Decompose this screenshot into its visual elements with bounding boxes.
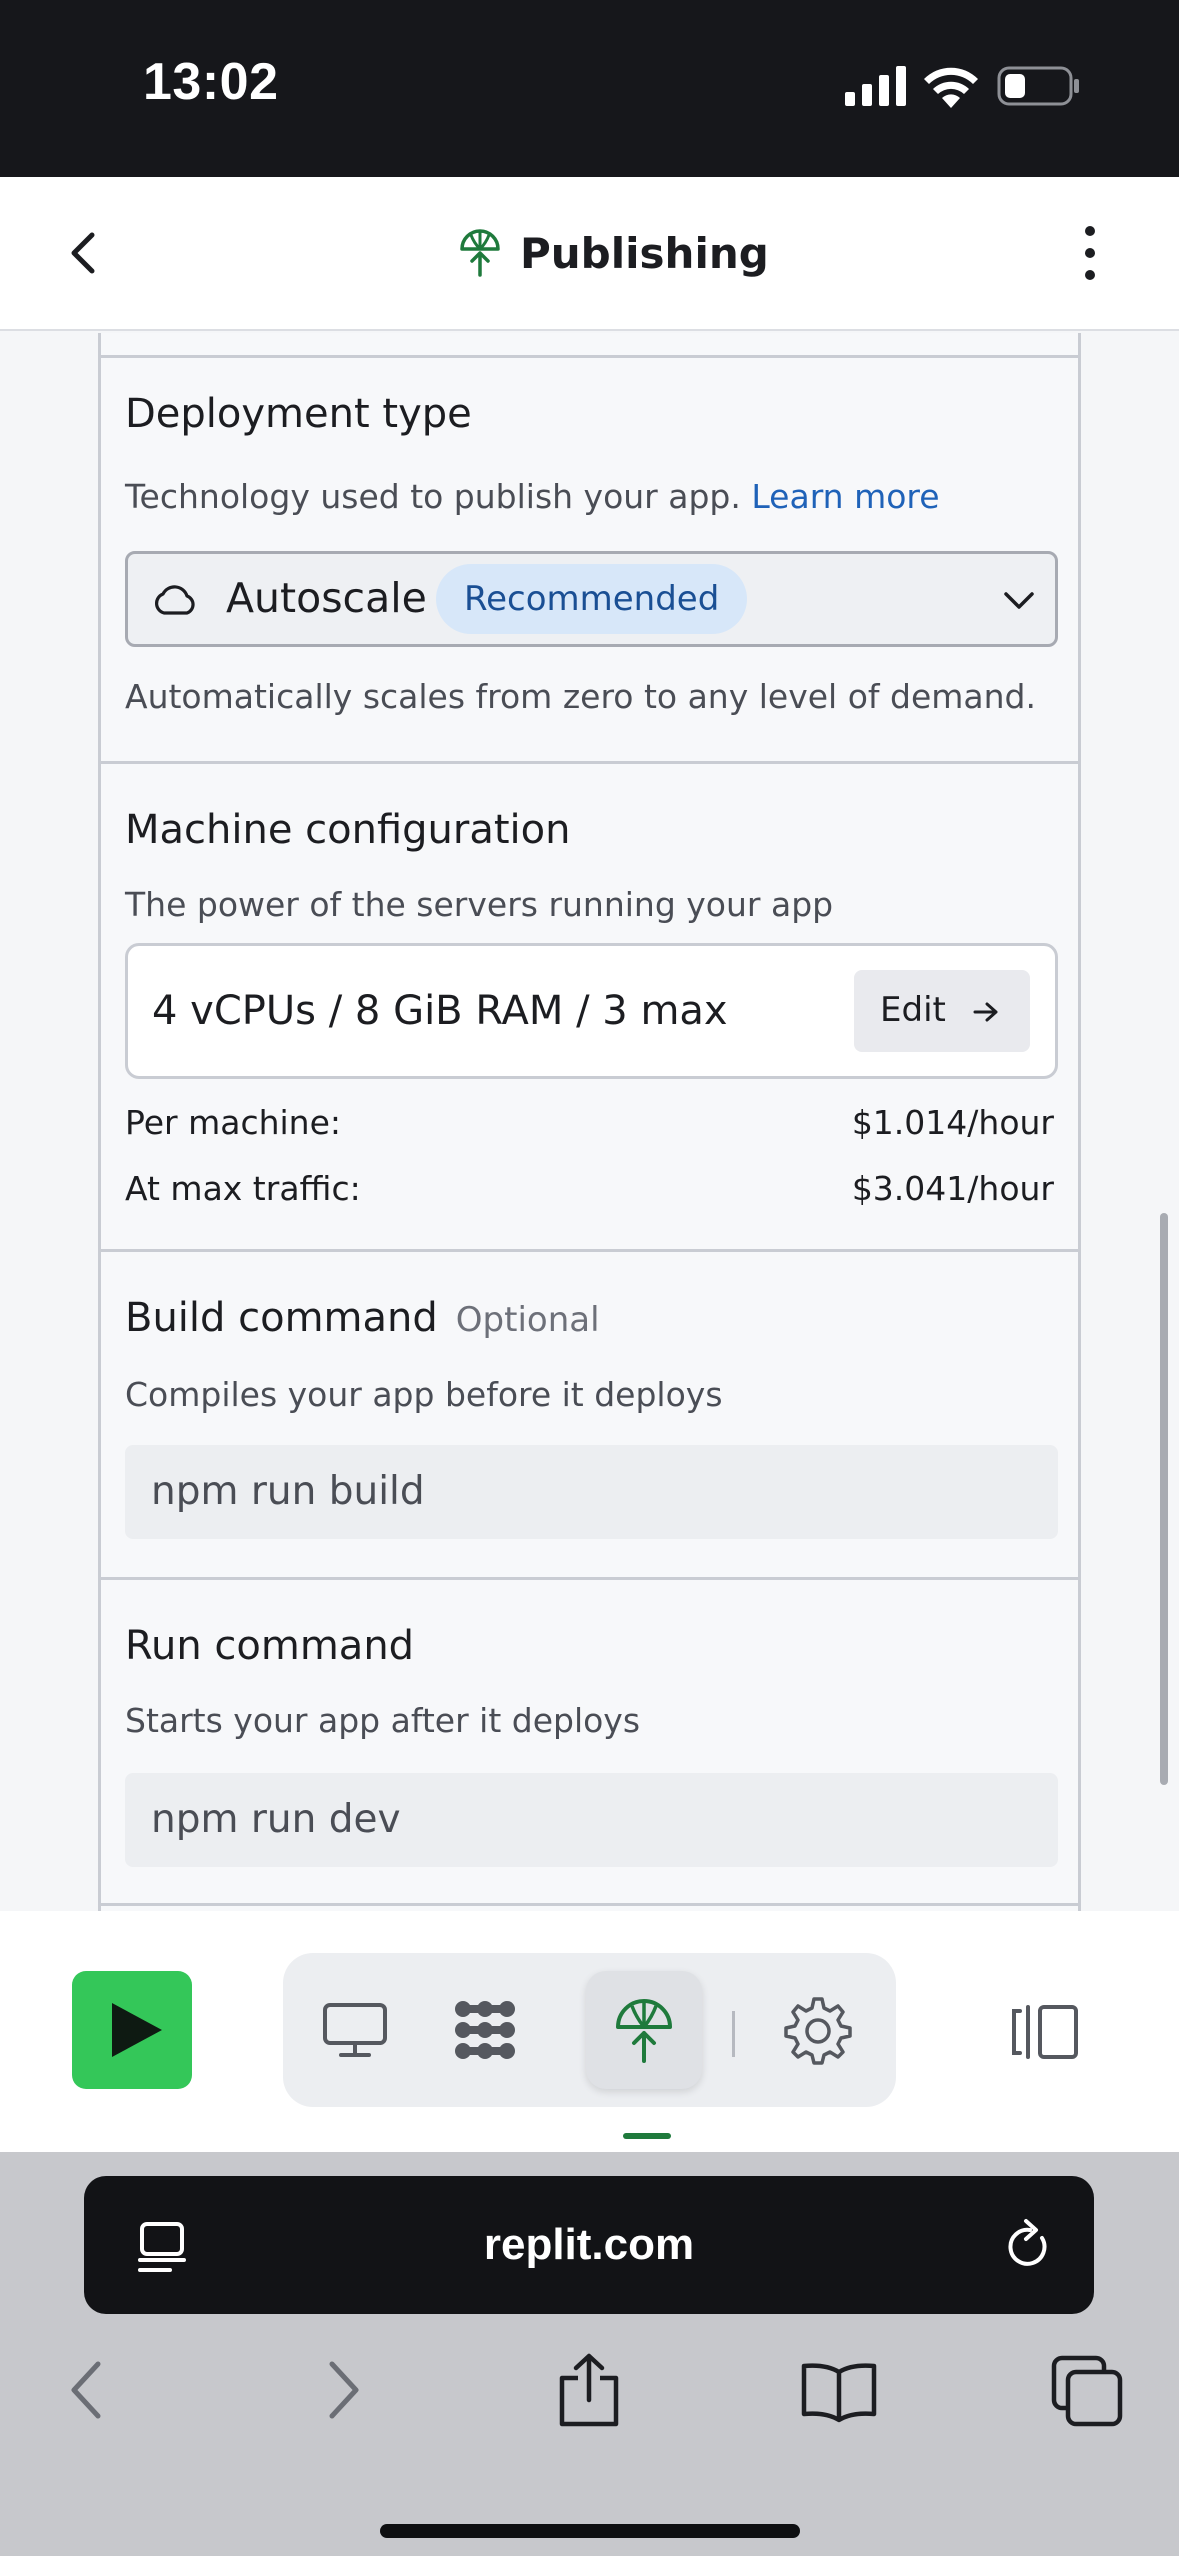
app-header: Publishing: [0, 177, 1179, 331]
deployment-type-select[interactable]: Autoscale Recommended: [125, 551, 1058, 647]
workflows-tool-button[interactable]: [427, 1971, 543, 2089]
build-command-input[interactable]: npm run build: [125, 1445, 1058, 1539]
back-arrow-icon[interactable]: [58, 223, 114, 283]
edit-machine-button[interactable]: Edit: [854, 970, 1030, 1052]
run-button[interactable]: [72, 1971, 192, 2089]
build-command-title: Build command Optional: [125, 1295, 600, 1341]
battery-icon: [997, 66, 1079, 106]
home-indicator: [380, 2524, 800, 2538]
tool-switcher: [283, 1953, 896, 2107]
divider: [101, 1903, 1078, 1906]
bottom-toolbar: [0, 1911, 1179, 2152]
tabs-icon[interactable]: [1050, 2352, 1126, 2428]
page-title: Publishing: [520, 228, 769, 278]
publishing-settings-content[interactable]: Deployment type Technology used to publi…: [0, 333, 1179, 1911]
address-bar[interactable]: replit.com: [84, 2176, 1094, 2314]
settings-icon: [784, 1997, 852, 2065]
more-options-icon[interactable]: [1066, 223, 1114, 283]
edit-button-label: Edit: [880, 990, 946, 1030]
divider: [101, 761, 1078, 764]
recommended-badge: Recommended: [436, 564, 748, 634]
max-traffic-price: $3.041/hour: [851, 1169, 1054, 1208]
divider: [101, 1577, 1078, 1580]
header-title-group: Publishing: [458, 223, 769, 283]
cloud-icon: [154, 585, 195, 615]
machine-config-title: Machine configuration: [125, 807, 571, 853]
divider: [101, 355, 1078, 358]
deployment-settings-panel: Deployment type Technology used to publi…: [98, 333, 1081, 1911]
deployment-type-description-text: Technology used to publish your app.: [125, 477, 741, 516]
settings-tool-button[interactable]: [760, 1971, 876, 2089]
divider: [101, 1249, 1078, 1252]
panel-toggle-icon[interactable]: [1010, 2003, 1082, 2061]
play-icon: [112, 2003, 162, 2057]
wifi-icon: [924, 67, 978, 108]
monitor-icon: [323, 2003, 387, 2057]
workflows-icon: [455, 2001, 515, 2059]
build-command-title-text: Build command: [125, 1295, 438, 1341]
build-command-description: Compiles your app before it deploys: [125, 1375, 723, 1414]
run-command-input[interactable]: npm run dev: [125, 1773, 1058, 1867]
publishing-icon: [616, 1999, 672, 2063]
machine-config-description: The power of the servers running your ap…: [125, 885, 834, 924]
scrollbar[interactable]: [1160, 1213, 1168, 1785]
run-command-description: Starts your app after it deploys: [125, 1701, 641, 1740]
optional-label: Optional: [455, 1300, 600, 1340]
reload-icon[interactable]: [1004, 2218, 1054, 2272]
run-command-value: npm run dev: [151, 1797, 401, 1842]
status-time: 13:02: [143, 53, 279, 111]
deployment-type-value: Autoscale: [226, 574, 427, 622]
per-machine-price: $1.014/hour: [851, 1103, 1054, 1142]
browser-chrome: replit.com: [0, 2152, 1179, 2556]
status-bar: 13:02: [0, 0, 1179, 177]
deployment-type-helper: Automatically scales from zero to any le…: [125, 677, 1036, 716]
build-command-value: npm run build: [151, 1469, 425, 1514]
preview-tool-button[interactable]: [297, 1971, 413, 2089]
arrow-right-icon: [973, 1002, 998, 1022]
deployment-type-title: Deployment type: [125, 391, 472, 437]
run-command-title: Run command: [125, 1623, 415, 1669]
publishing-tool-button[interactable]: [586, 1971, 702, 2089]
max-traffic-label: At max traffic:: [125, 1169, 361, 1208]
url-text: replit.com: [483, 2220, 695, 2269]
per-machine-label: Per machine:: [125, 1103, 342, 1142]
cellular-signal-icon: [845, 66, 906, 106]
bookmarks-icon[interactable]: [800, 2352, 878, 2428]
tool-divider: [732, 2011, 735, 2057]
deployment-type-description: Technology used to publish your app. Lea…: [125, 477, 940, 516]
active-tab-indicator: [623, 2133, 671, 2139]
browser-back-icon[interactable]: [62, 2352, 112, 2428]
publishing-icon: [460, 229, 500, 277]
share-icon[interactable]: [552, 2352, 626, 2428]
machine-config-box: 4 vCPUs / 8 GiB RAM / 3 max Edit: [125, 943, 1058, 1079]
chevron-down-icon: [1004, 592, 1034, 609]
learn-more-link[interactable]: Learn more: [751, 477, 939, 516]
machine-config-value: 4 vCPUs / 8 GiB RAM / 3 max: [152, 988, 728, 1034]
browser-forward-icon[interactable]: [318, 2352, 368, 2428]
